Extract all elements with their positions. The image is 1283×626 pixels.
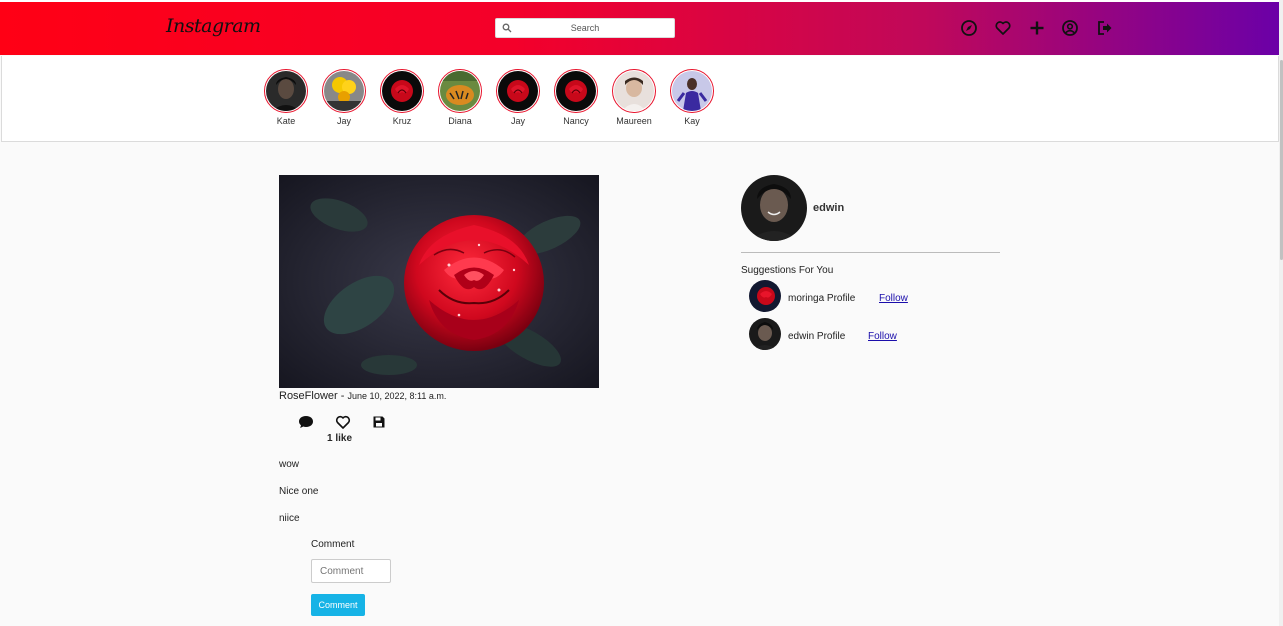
red-rose-avatar [498, 71, 538, 111]
tiger-avatar [440, 71, 480, 111]
red-rose-avatar [556, 71, 596, 111]
compass-icon[interactable] [959, 18, 979, 38]
story-item[interactable]: Kruz [377, 69, 427, 126]
like-heart-icon[interactable] [334, 413, 352, 431]
story-name: Jay [510, 116, 525, 126]
comment-text: niice [279, 513, 300, 524]
comment-text: Nice one [279, 486, 319, 497]
instagram-logo[interactable]: Instagram [166, 15, 261, 37]
story-item[interactable]: Jay [319, 69, 369, 126]
story-name: Maureen [616, 116, 652, 126]
person-purple-avatar [672, 71, 712, 111]
suggestion-name: moringa Profile [788, 293, 856, 304]
comment-submit-button[interactable]: Comment [311, 594, 365, 616]
suggestion-name: edwin Profile [788, 331, 846, 342]
story-item[interactable]: Maureen [609, 69, 659, 126]
story-item[interactable]: Kay [667, 69, 717, 126]
story-name: Nancy [563, 116, 589, 126]
follow-link[interactable]: Follow [879, 293, 908, 304]
post-image-red-rose[interactable] [279, 175, 599, 388]
story-item[interactable]: Diana [435, 69, 485, 126]
stories-bar: Kate Jay Kruz Diana Jay Nancy Maureen Ka… [1, 56, 1279, 142]
follow-link[interactable]: Follow [868, 331, 897, 342]
sign-out-icon[interactable] [1095, 18, 1115, 38]
post-caption: RoseFlower - June 10, 2022, 8:11 a.m. [279, 390, 446, 402]
plus-icon[interactable] [1027, 18, 1047, 38]
suggestion-avatar[interactable] [749, 318, 781, 350]
story-item[interactable]: Kate [261, 69, 311, 126]
comment-input[interactable] [311, 559, 391, 583]
story-item[interactable]: Nancy [551, 69, 601, 126]
story-item[interactable]: Jay [493, 69, 543, 126]
top-navbar: Instagram [0, 0, 1283, 55]
comment-label: Comment [311, 539, 355, 550]
story-name: Kay [684, 116, 700, 126]
heart-icon[interactable] [993, 18, 1013, 38]
story-name: Kate [276, 116, 296, 126]
yellow-balloons-avatar [324, 71, 364, 111]
suggestions-title: Suggestions For You [741, 265, 834, 276]
woman-portrait-avatar [266, 71, 306, 111]
user-circle-icon[interactable] [1060, 18, 1080, 38]
story-name: Jay [336, 116, 351, 126]
comment-icon[interactable] [297, 413, 315, 431]
story-name: Diana [448, 116, 472, 126]
girl-portrait-avatar [614, 71, 654, 111]
profile-username[interactable]: edwin [813, 202, 844, 214]
post-title: RoseFlower [279, 390, 338, 402]
story-name: Kruz [392, 116, 412, 126]
comment-text: wow [279, 459, 300, 470]
save-icon[interactable] [370, 413, 388, 431]
red-rose-avatar [382, 71, 422, 111]
search-box[interactable] [495, 18, 675, 38]
suggestion-avatar[interactable] [749, 280, 781, 312]
sidebar-divider [741, 252, 1000, 253]
search-input[interactable] [496, 19, 674, 37]
like-count: 1 like [327, 433, 353, 444]
caption-separator: - [337, 390, 348, 402]
profile-avatar[interactable] [741, 175, 807, 241]
post-date: June 10, 2022, 8:11 a.m. [347, 391, 447, 401]
